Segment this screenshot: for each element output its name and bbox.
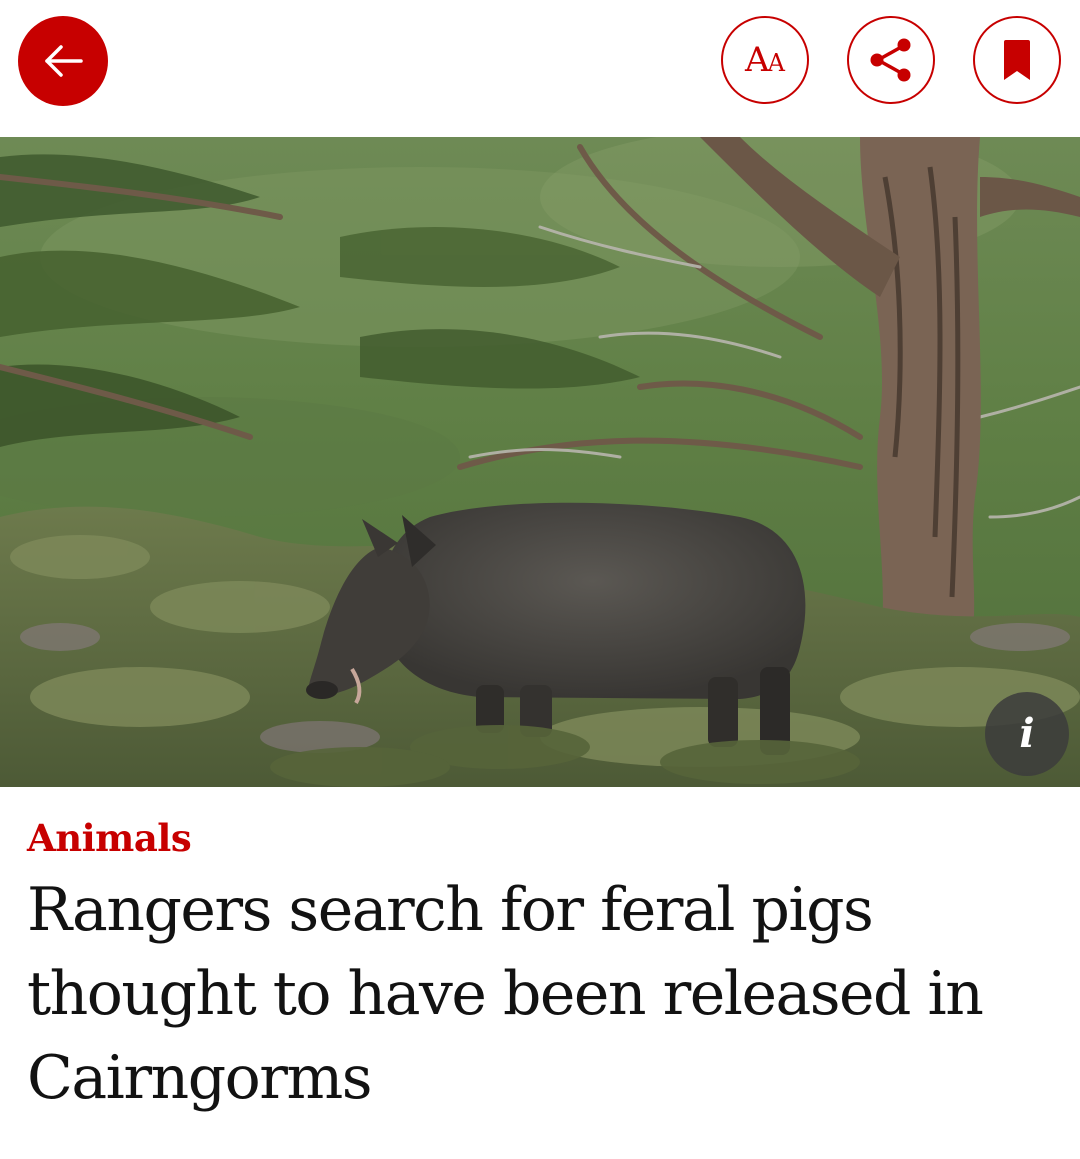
wild-boar-photo — [0, 137, 1080, 787]
article-headline: Rangers search for feral pigs thought to… — [27, 875, 984, 1113]
text-size-button[interactable]: A A — [721, 16, 809, 104]
info-icon: i — [1019, 710, 1035, 757]
share-button[interactable] — [847, 16, 935, 104]
bookmark-button[interactable] — [973, 16, 1061, 104]
back-button[interactable] — [18, 16, 108, 106]
arrow-left-icon — [45, 45, 83, 77]
top-toolbar: A A — [0, 0, 1080, 137]
bookmark-icon — [1004, 40, 1030, 80]
section-kicker[interactable]: Animals — [27, 816, 192, 860]
image-info-button[interactable]: i — [985, 692, 1069, 776]
text-size-icon: A A — [745, 43, 785, 77]
text-size-glyph-large: A — [745, 40, 770, 80]
hero-image: i — [0, 137, 1080, 787]
text-size-glyph-small: A — [767, 49, 785, 77]
share-icon — [870, 38, 911, 82]
